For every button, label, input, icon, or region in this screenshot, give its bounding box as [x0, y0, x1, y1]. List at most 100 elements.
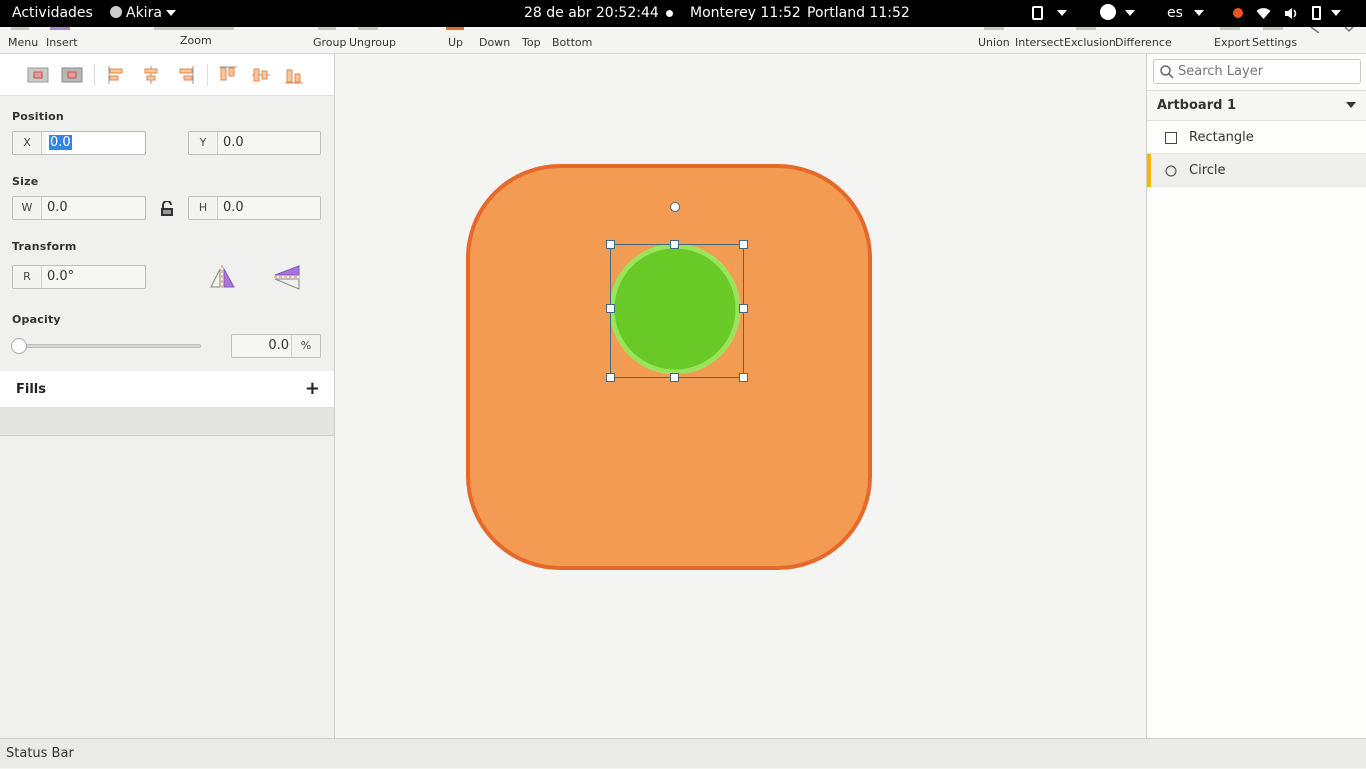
- export-button[interactable]: Export: [1214, 36, 1250, 49]
- y-input[interactable]: 0.0: [223, 132, 244, 154]
- minimize-icon[interactable]: [1310, 27, 1320, 33]
- align-middle-icon[interactable]: [250, 64, 272, 86]
- canvas[interactable]: [336, 54, 1146, 738]
- circle-icon: [1165, 165, 1177, 177]
- insert-icon: [50, 27, 70, 30]
- opacity-unit: %: [291, 335, 320, 357]
- header-toolbar: Menu Insert Zoom Group Ungroup Up Down T…: [0, 27, 1366, 54]
- app-menu[interactable]: Akira: [110, 0, 176, 27]
- difference-button[interactable]: Difference: [1115, 36, 1172, 49]
- resize-handle-ne[interactable]: [739, 240, 748, 249]
- circle-shape[interactable]: [609, 243, 741, 375]
- flip-horizontal-icon[interactable]: [208, 263, 236, 295]
- menu-button[interactable]: Menu: [8, 36, 38, 49]
- rotation-field[interactable]: R 0.0°: [12, 265, 146, 289]
- align-to-artboard-icon[interactable]: [61, 64, 83, 86]
- h-field[interactable]: H 0.0: [188, 196, 321, 220]
- lock-icon[interactable]: [160, 200, 174, 221]
- layer-item-circle[interactable]: Circle: [1147, 154, 1366, 187]
- alignment-toolbar: [0, 54, 334, 96]
- move-bottom-button[interactable]: Bottom: [552, 36, 592, 49]
- y-field[interactable]: Y 0.0: [188, 131, 321, 155]
- layer-name: Circle: [1189, 163, 1226, 178]
- size-label: Size: [12, 175, 39, 188]
- resize-handle-nw[interactable]: [606, 240, 615, 249]
- system-top-bar: Actividades Akira 28 de abr 20:52:44 Mon…: [0, 0, 1366, 27]
- status-area[interactable]: [1233, 0, 1342, 27]
- w-field[interactable]: W 0.0: [12, 196, 146, 220]
- x-input[interactable]: 0.0: [46, 132, 144, 154]
- x-label: X: [13, 132, 42, 154]
- close-icon[interactable]: [1344, 27, 1354, 33]
- resize-handle-n[interactable]: [670, 240, 679, 249]
- language-menu[interactable]: es: [1167, 0, 1204, 27]
- union-icon: [984, 27, 1004, 30]
- x-value: 0.0: [49, 135, 72, 150]
- align-to-selection-icon[interactable]: [27, 64, 49, 86]
- separator: [94, 64, 95, 86]
- fills-section-header: Fills +: [0, 371, 334, 408]
- move-up-button[interactable]: Up: [448, 36, 463, 49]
- add-fill-button[interactable]: +: [305, 371, 320, 406]
- separator: [207, 64, 208, 86]
- x-field[interactable]: X 0.0: [12, 131, 146, 155]
- align-right-icon[interactable]: [174, 64, 196, 86]
- search-icon: [1160, 65, 1174, 79]
- chevron-down-icon: [1193, 10, 1204, 16]
- group-button[interactable]: Group: [313, 36, 347, 49]
- flip-vertical-icon[interactable]: [273, 263, 301, 295]
- move-down-button[interactable]: Down: [479, 36, 510, 49]
- status-bar: Status Bar: [0, 738, 1366, 768]
- artboard-title: Artboard 1: [1157, 98, 1236, 113]
- opacity-input[interactable]: 0.0: [268, 335, 289, 357]
- canvas-drawing: [466, 164, 872, 570]
- search-layer-input[interactable]: [1178, 62, 1356, 81]
- move-top-button[interactable]: Top: [522, 36, 541, 49]
- activities-button[interactable]: Actividades: [12, 0, 93, 27]
- align-top-icon[interactable]: [217, 64, 239, 86]
- intersect-button[interactable]: Intersect: [1015, 36, 1064, 49]
- accessibility-icon: [1100, 4, 1116, 20]
- resize-handle-s[interactable]: [670, 373, 679, 382]
- chevron-down-icon[interactable]: [1346, 102, 1356, 108]
- transform-label: Transform: [12, 240, 77, 253]
- menu-icon: [11, 27, 29, 30]
- resize-handle-w[interactable]: [606, 304, 615, 313]
- opacity-slider-handle[interactable]: [11, 338, 27, 354]
- insert-button[interactable]: Insert: [46, 36, 78, 49]
- record-dot-icon: [1233, 8, 1243, 18]
- h-input[interactable]: 0.0: [223, 197, 244, 219]
- accessibility-menu[interactable]: [1100, 0, 1135, 27]
- align-center-icon[interactable]: [140, 64, 162, 86]
- y-label: Y: [189, 132, 218, 154]
- align-bottom-icon[interactable]: [283, 64, 305, 86]
- exclusion-button[interactable]: Exclusion: [1064, 36, 1116, 49]
- rotate-handle[interactable]: [670, 202, 680, 212]
- fills-label: Fills: [16, 382, 46, 397]
- resize-handle-sw[interactable]: [606, 373, 615, 382]
- settings-button[interactable]: Settings: [1252, 36, 1297, 49]
- artboard-header[interactable]: Artboard 1: [1147, 90, 1366, 121]
- zoom-label: Zoom: [180, 34, 212, 47]
- resize-handle-e[interactable]: [739, 304, 748, 313]
- chevron-down-icon: [165, 10, 176, 16]
- opacity-field[interactable]: 0.0 %: [231, 334, 321, 358]
- clock-datetime[interactable]: 28 de abr 20:52:44: [524, 0, 674, 27]
- app-name: Akira: [126, 5, 162, 21]
- r-label: R: [13, 266, 42, 288]
- clipboard-indicator[interactable]: [1032, 0, 1067, 27]
- rotation-input[interactable]: 0.0°: [47, 266, 74, 288]
- fills-list: [0, 408, 334, 436]
- union-button[interactable]: Union: [978, 36, 1010, 49]
- ungroup-button[interactable]: Ungroup: [349, 36, 396, 49]
- align-left-icon[interactable]: [106, 64, 128, 86]
- search-layer-field[interactable]: [1153, 59, 1361, 84]
- opacity-slider-track[interactable]: [11, 338, 201, 354]
- zoom-control-icon: [154, 27, 234, 30]
- w-input[interactable]: 0.0: [47, 197, 68, 219]
- wifi-icon: [1256, 7, 1271, 19]
- w-label: W: [13, 197, 42, 219]
- resize-handle-se[interactable]: [739, 373, 748, 382]
- layer-item-rectangle[interactable]: Rectangle: [1147, 121, 1366, 154]
- world-clock-monterey: Monterey 11:52: [690, 5, 801, 21]
